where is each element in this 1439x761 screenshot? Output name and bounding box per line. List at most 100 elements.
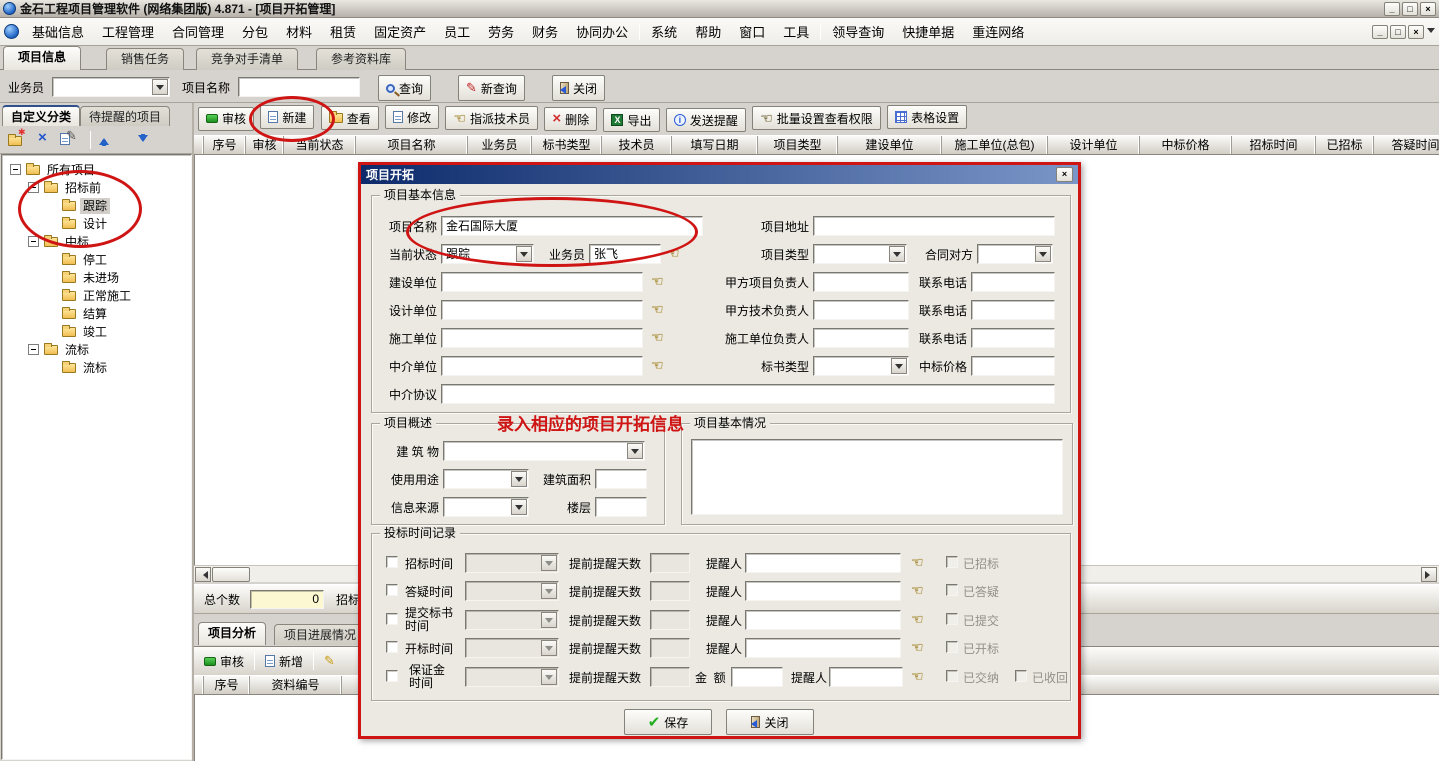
select-unit-icon[interactable]: ☜ — [651, 358, 664, 372]
new-query-button[interactable]: ✎ 新查询 — [458, 75, 525, 101]
owner-pm-phone-input[interactable] — [971, 272, 1055, 292]
menu-labor[interactable]: 劳务 — [479, 19, 523, 44]
source-combobox[interactable] — [443, 497, 529, 517]
chevron-down-icon[interactable] — [516, 246, 532, 262]
menu-subcontract[interactable]: 分包 — [233, 19, 277, 44]
reminder-input[interactable] — [745, 610, 901, 630]
minimize-button[interactable]: _ — [1384, 2, 1400, 16]
deposit-time-checkbox[interactable] — [386, 670, 398, 682]
contract-party-combobox[interactable] — [977, 244, 1053, 264]
reminder-input[interactable] — [745, 581, 901, 601]
reminder-input[interactable] — [745, 553, 901, 573]
builder-input[interactable] — [441, 272, 643, 292]
bottom-audit-button[interactable]: 审核 — [198, 650, 250, 672]
scrollbar-thumb[interactable] — [212, 567, 250, 582]
area-input[interactable] — [595, 469, 647, 489]
col-designer[interactable]: 设计单位 — [1048, 136, 1140, 154]
tree-item-design[interactable]: 设计 — [2, 215, 191, 233]
tab-sales-task[interactable]: 销售任务 — [106, 48, 184, 70]
collapse-icon[interactable] — [28, 182, 39, 193]
tab-competitor-list[interactable]: 竞争对手清单 — [196, 48, 298, 70]
col-doc-number[interactable]: 资料编号 — [250, 676, 342, 694]
tree-item-normal-construction[interactable]: 正常施工 — [2, 287, 191, 305]
done-checkbox[interactable] — [946, 613, 958, 625]
constructor-pm-input[interactable] — [813, 328, 909, 348]
menu-window[interactable]: 窗口 — [730, 19, 774, 44]
tab-projects-to-remind[interactable]: 待提醒的项目 — [80, 106, 170, 126]
close-view-button[interactable]: 关闭 — [552, 75, 605, 101]
bottom-modify-button-partial[interactable]: ✎ — [318, 650, 341, 672]
advance-days-input[interactable] — [650, 581, 690, 601]
collapse-icon[interactable] — [28, 236, 39, 247]
menu-help[interactable]: 帮助 — [686, 19, 730, 44]
designer-input[interactable] — [441, 300, 643, 320]
menu-system[interactable]: 系统 — [642, 19, 686, 44]
done-checkbox[interactable] — [946, 556, 958, 568]
amount-input[interactable] — [731, 667, 783, 687]
audit-button[interactable]: 审核 — [198, 107, 254, 131]
building-combobox[interactable] — [443, 441, 645, 461]
tab-project-analysis[interactable]: 项目分析 — [198, 622, 266, 645]
tree-item-failed-bid-child[interactable]: 流标 — [2, 359, 191, 377]
menu-staff[interactable]: 员工 — [435, 19, 479, 44]
tree-item-won-bid[interactable]: 中标 — [2, 233, 191, 251]
reminder-input[interactable] — [829, 667, 903, 687]
menu-reconnect[interactable]: 重连网络 — [963, 19, 1033, 44]
owner-tech-phone-input[interactable] — [971, 300, 1055, 320]
qa-time-checkbox[interactable] — [386, 584, 398, 596]
tab-custom-category[interactable]: 自定义分类 — [2, 105, 80, 126]
bid-type-combobox[interactable] — [813, 356, 909, 376]
menu-tools[interactable]: 工具 — [774, 19, 818, 44]
col-audit[interactable]: 审核 — [246, 136, 284, 154]
modify-button[interactable]: 修改 — [385, 105, 439, 129]
select-person-icon[interactable]: ☜ — [911, 555, 924, 569]
constructor-input[interactable] — [441, 328, 643, 348]
select-person-icon[interactable]: ☜ — [667, 246, 680, 260]
tree-item-pre-bid[interactable]: 招标前 — [2, 179, 191, 197]
tree-item-settlement[interactable]: 结算 — [2, 305, 191, 323]
done-checkbox[interactable] — [946, 584, 958, 596]
col-technician[interactable]: 技术员 — [602, 136, 672, 154]
close-button[interactable]: × — [1420, 2, 1436, 16]
owner-tech-input[interactable] — [813, 300, 909, 320]
mdi-close-button[interactable]: × — [1408, 25, 1424, 39]
tree-item-failed-bid[interactable]: 流标 — [2, 341, 191, 359]
batch-permission-button[interactable]: ☜批量设置查看权限 — [752, 106, 881, 130]
col-project-type[interactable]: 项目类型 — [758, 136, 838, 154]
menu-material[interactable]: 材料 — [277, 19, 321, 44]
paid-checkbox[interactable] — [946, 670, 958, 682]
col-builder[interactable]: 建设单位 — [838, 136, 942, 154]
select-person-icon[interactable]: ☜ — [911, 583, 924, 597]
col-fill-date[interactable]: 填写日期 — [672, 136, 758, 154]
view-button[interactable]: 查看 — [321, 106, 379, 130]
new-category-button[interactable]: ✱ — [8, 133, 22, 147]
project-name-input[interactable]: 金石国际大厦 — [441, 216, 703, 236]
tab-project-info[interactable]: 项目信息 — [3, 46, 81, 70]
chevron-down-icon[interactable] — [889, 246, 905, 262]
grid-settings-button[interactable]: 表格设置 — [887, 105, 967, 129]
dialog-close-action-button[interactable]: 关闭 — [726, 709, 814, 735]
bid-time-combobox[interactable] — [465, 553, 559, 573]
rename-category-button[interactable]: ✎ — [60, 131, 70, 145]
query-button[interactable]: 查询 — [378, 75, 431, 101]
chevron-down-icon[interactable] — [1427, 24, 1435, 40]
select-unit-icon[interactable]: ☜ — [651, 302, 664, 316]
floor-input[interactable] — [595, 497, 647, 517]
chevron-down-icon[interactable] — [891, 358, 907, 374]
select-person-icon[interactable]: ☜ — [911, 669, 924, 683]
mdi-restore-button[interactable]: □ — [1390, 25, 1406, 39]
select-person-icon[interactable]: ☜ — [911, 612, 924, 626]
constructor-pm-phone-input[interactable] — [971, 328, 1055, 348]
menu-lease[interactable]: 租赁 — [321, 19, 365, 44]
dialog-close-button[interactable]: × — [1056, 167, 1073, 182]
move-down-button[interactable] — [137, 133, 149, 147]
tree-item-suspended[interactable]: 停工 — [2, 251, 191, 269]
bid-price-input[interactable] — [971, 356, 1055, 376]
scroll-left-button[interactable] — [195, 567, 211, 582]
col-bid-time[interactable]: 招标时间 — [1232, 136, 1316, 154]
deposit-time-combobox[interactable] — [465, 667, 559, 687]
col-seq[interactable]: 序号 — [204, 136, 246, 154]
col-qa-time[interactable]: 答疑时间 — [1374, 136, 1439, 154]
agency-agreement-input[interactable] — [441, 384, 1055, 404]
usage-combobox[interactable] — [443, 469, 529, 489]
